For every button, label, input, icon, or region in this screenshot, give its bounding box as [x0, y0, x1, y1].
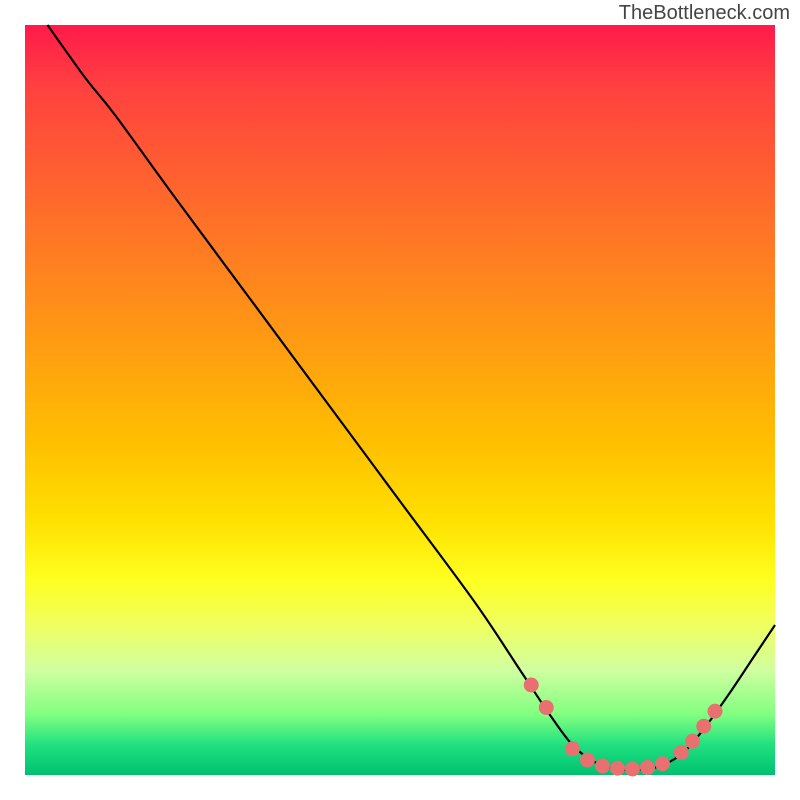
- data-point: [539, 700, 554, 715]
- data-point: [625, 762, 640, 777]
- data-point: [565, 741, 580, 756]
- data-point: [640, 760, 655, 775]
- data-point: [708, 704, 723, 719]
- data-point: [655, 756, 670, 771]
- data-point: [524, 678, 539, 693]
- data-points: [524, 678, 723, 777]
- watermark-text: TheBottleneck.com: [619, 2, 790, 25]
- data-point: [685, 734, 700, 749]
- bottleneck-curve: [48, 25, 776, 770]
- data-point: [595, 759, 610, 774]
- data-point: [580, 753, 595, 768]
- data-point: [674, 745, 689, 760]
- data-point: [610, 761, 625, 776]
- data-point: [696, 719, 711, 734]
- curve-layer: [25, 25, 775, 775]
- chart-container: TheBottleneck.com: [0, 0, 800, 800]
